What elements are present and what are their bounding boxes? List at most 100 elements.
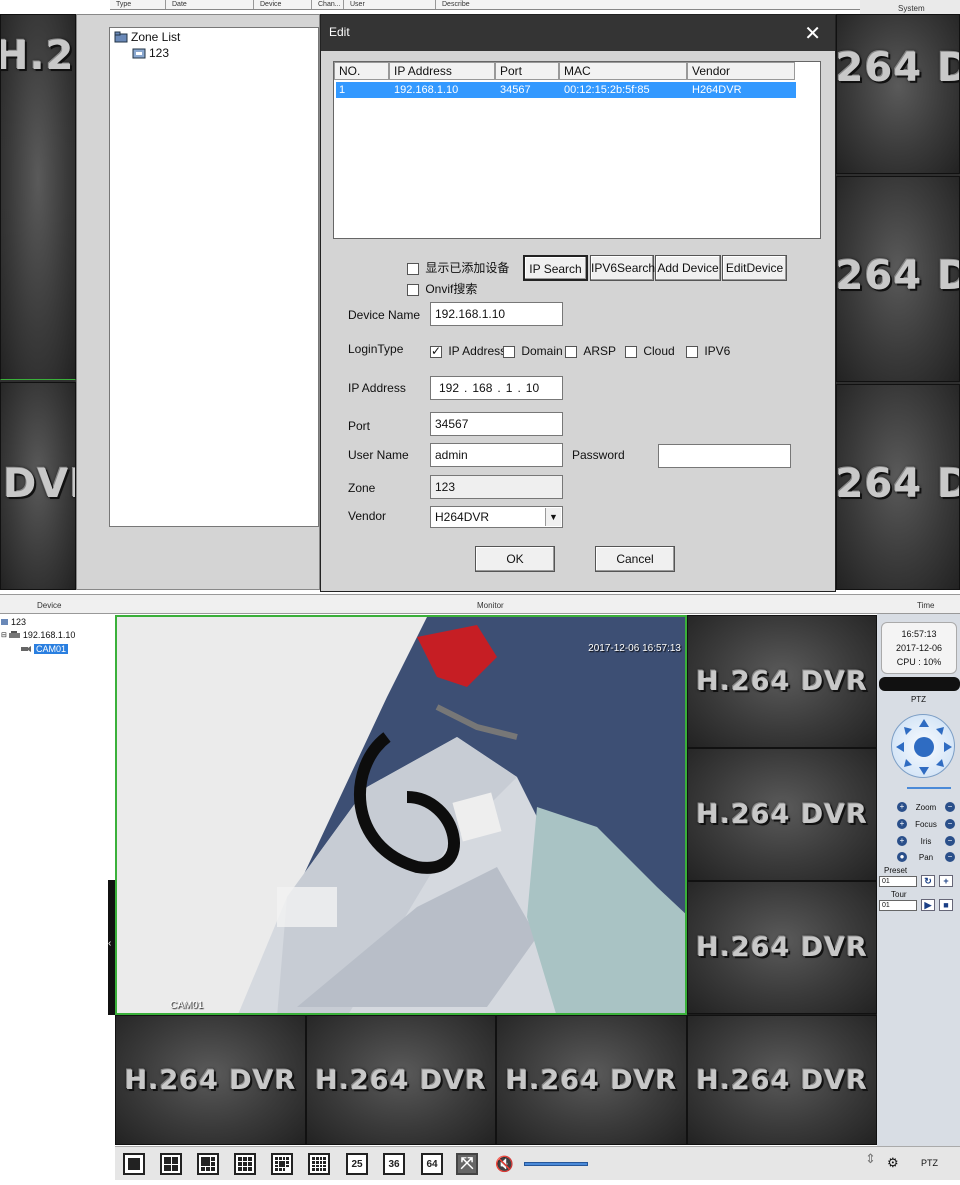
ptz-tab-label[interactable]: PTZ	[921, 1158, 938, 1168]
device-tree-root[interactable]: 123	[1, 617, 26, 627]
channel-tile[interactable]: H.264 DVR	[496, 1015, 687, 1145]
fullscreen-icon[interactable]: ⤧	[456, 1153, 478, 1175]
show-added-checkbox[interactable]	[407, 262, 419, 275]
col-mac[interactable]: MAC	[559, 62, 687, 80]
channel-tile[interactable]: H.264 DVR	[306, 1015, 496, 1145]
pan-off-icon[interactable]: −	[945, 852, 955, 862]
login-ipv6-checkbox[interactable]	[686, 345, 698, 358]
log-col-channel[interactable]: Chan...	[312, 0, 344, 9]
login-ipv6-label: IPV6	[704, 344, 731, 358]
login-cloud-label: Cloud	[643, 344, 675, 358]
onvif-option[interactable]: Onvif搜索	[407, 280, 477, 297]
zoom-out-icon[interactable]: −	[945, 802, 955, 812]
login-cloud-option[interactable]: Cloud	[625, 344, 675, 358]
ptz-title: PTZ	[910, 695, 927, 704]
tour-stop-icon[interactable]: ■	[939, 899, 953, 911]
log-col-date[interactable]: Date	[166, 0, 254, 9]
layout-13-button[interactable]	[271, 1153, 293, 1175]
layout-25-button[interactable]: 25	[346, 1153, 368, 1175]
dialog-title-bar: Edit ✕	[321, 15, 835, 51]
ptz-speed-slider[interactable]	[907, 787, 951, 789]
focus-control: + Focus −	[897, 819, 955, 829]
tour-play-icon[interactable]: ▶	[921, 899, 935, 911]
ptz-tab-icon[interactable]: ⚙	[887, 1155, 899, 1171]
zone-tree-item[interactable]: 123	[132, 46, 169, 60]
login-domain-option[interactable]: Domain	[503, 344, 563, 358]
login-arsp-checkbox[interactable]	[565, 345, 577, 358]
login-arsp-option[interactable]: ARSP	[565, 344, 616, 358]
focus-in-icon[interactable]: +	[897, 819, 907, 829]
background-tile: H.264 DVR	[836, 14, 960, 174]
zone-field[interactable]: 123	[430, 475, 563, 499]
login-ip-option[interactable]: IP Address	[430, 344, 506, 358]
col-port[interactable]: Port	[495, 62, 559, 80]
table-row[interactable]: 1 192.168.1.10 34567 00:12:15:2b:5f:85 H…	[336, 82, 796, 98]
channel-tile[interactable]: H.264 DVR	[687, 881, 877, 1014]
expand-icon[interactable]: ⊟	[1, 631, 7, 639]
password-field[interactable]	[658, 444, 791, 468]
tour-select[interactable]: 01	[879, 900, 917, 911]
vendor-label: Vendor	[348, 509, 387, 523]
login-cloud-checkbox[interactable]	[625, 345, 637, 358]
log-col-describe[interactable]: Describe	[436, 0, 736, 9]
edit-device-button[interactable]: EditDevice	[722, 255, 787, 281]
port-label: Port	[348, 419, 371, 433]
channel-tile[interactable]: H.264 DVR	[687, 748, 877, 881]
close-icon[interactable]: ✕	[804, 21, 821, 46]
focus-out-icon[interactable]: −	[945, 819, 955, 829]
login-domain-checkbox[interactable]	[503, 345, 515, 358]
channel-tile[interactable]: H.264 DVR	[687, 1015, 877, 1145]
zone-tree-root[interactable]: Zone List	[114, 30, 180, 44]
layout-16-button[interactable]	[308, 1153, 330, 1175]
add-device-button[interactable]: Add Device	[655, 255, 721, 281]
mute-icon[interactable]: 🔇	[495, 1155, 514, 1173]
camera-icon	[21, 646, 31, 652]
volume-slider[interactable]	[524, 1162, 588, 1166]
col-ip-address[interactable]: IP Address	[389, 62, 495, 80]
onvif-checkbox[interactable]	[407, 283, 419, 296]
col-vendor[interactable]: Vendor	[687, 62, 795, 80]
tour-select-value: 01	[882, 902, 890, 909]
log-col-device[interactable]: Device	[254, 0, 312, 9]
ptz-direction-pad[interactable]	[891, 714, 955, 778]
login-ip-checkbox[interactable]	[430, 344, 442, 358]
zone-label: Zone	[348, 481, 376, 495]
layout-9-button[interactable]	[234, 1153, 256, 1175]
channel-tile[interactable]: H.264 DVR	[115, 1015, 306, 1145]
pan-on-icon[interactable]: ●	[897, 852, 907, 862]
login-ipv6-option[interactable]: IPV6	[686, 344, 730, 358]
ipv6-search-button[interactable]: IPV6Search	[590, 255, 655, 281]
layout-4-button[interactable]	[160, 1153, 182, 1175]
ip-search-button[interactable]: IP Search	[523, 255, 588, 281]
layout-6-button[interactable]	[197, 1153, 219, 1175]
device-tree-camera[interactable]: CAM01	[20, 644, 69, 654]
chevron-down-icon[interactable]: ▼	[545, 508, 561, 526]
scroll-arrows-icon[interactable]: ⇕	[865, 1151, 876, 1167]
iris-in-icon[interactable]: +	[897, 836, 907, 846]
dvr-logo: H.264 DVR	[836, 461, 959, 507]
zoom-in-icon[interactable]: +	[897, 802, 907, 812]
preset-add-icon[interactable]: +	[939, 875, 953, 887]
layout-64-button[interactable]: 64	[421, 1153, 443, 1175]
camera-feed-image	[117, 617, 685, 1013]
port-field[interactable]: 34567	[430, 412, 563, 436]
layout-36-button[interactable]: 36	[383, 1153, 405, 1175]
channel-tile[interactable]: H.264 DVR	[687, 615, 877, 748]
system-menu[interactable]: System	[860, 0, 960, 14]
cancel-button[interactable]: Cancel	[595, 546, 675, 572]
device-tree-device[interactable]: ⊟ 192.168.1.10	[1, 630, 75, 640]
preset-goto-icon[interactable]: ↻	[921, 875, 935, 887]
layout-1-button[interactable]	[123, 1153, 145, 1175]
user-name-field[interactable]: admin	[430, 443, 563, 467]
vendor-select[interactable]: H264DVR ▼	[430, 506, 563, 528]
col-no[interactable]: NO.	[334, 62, 389, 80]
ip-address-field[interactable]: 192 . 168 . 1 . 10	[430, 376, 563, 400]
device-name-field[interactable]: 192.168.1.10	[430, 302, 563, 326]
log-col-user[interactable]: User	[344, 0, 436, 9]
ok-button[interactable]: OK	[475, 546, 555, 572]
preset-select[interactable]: 01	[879, 876, 917, 887]
iris-out-icon[interactable]: −	[945, 836, 955, 846]
show-added-option[interactable]: 显示已添加设备	[407, 259, 509, 276]
log-col-type[interactable]: Type	[110, 0, 166, 9]
live-view-channel-1[interactable]: 2017-12-06 16:57:13 CAM01	[115, 615, 687, 1015]
